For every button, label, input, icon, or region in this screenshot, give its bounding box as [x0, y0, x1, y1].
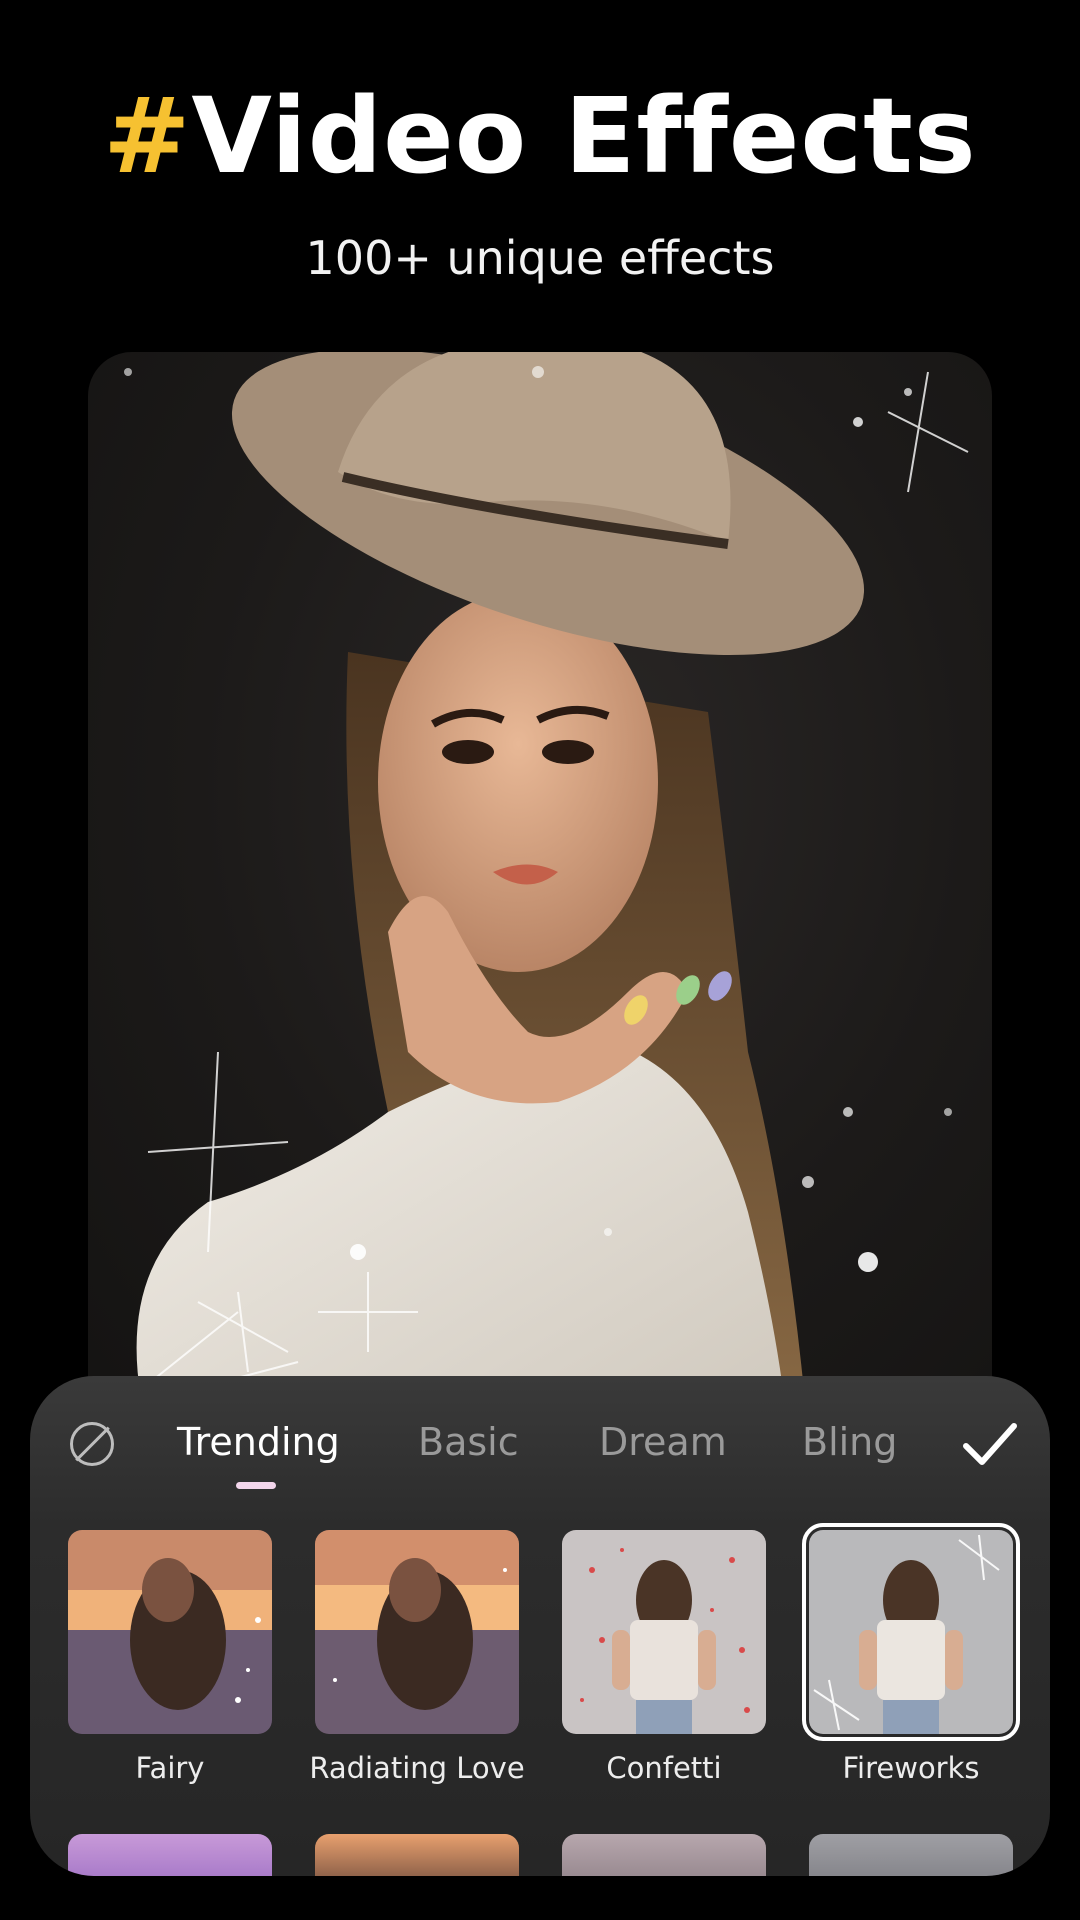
effect-thumb-row2-1[interactable] [68, 1834, 272, 1876]
checkmark-icon[interactable] [962, 1418, 1018, 1470]
effect-thumb-row2-3[interactable] [562, 1834, 766, 1876]
preview-image [88, 352, 969, 1432]
effect-label-fairy: Fairy [135, 1751, 205, 1785]
page-title: #Video Effects [0, 72, 1080, 200]
effect-label-confetti: Confetti [606, 1751, 722, 1785]
effects-panel: Trending Basic Dream Bling Fairy Radiati… [30, 1376, 1050, 1876]
fireworks-thumbnail [809, 1530, 1013, 1734]
radiating-love-thumbnail [315, 1530, 519, 1734]
effect-label-radiating-love: Radiating Love [309, 1751, 525, 1785]
tab-dream[interactable]: Dream [599, 1416, 727, 1468]
effect-thumb-radiating-love[interactable] [315, 1530, 519, 1734]
effect-thumb-confetti[interactable] [562, 1530, 766, 1734]
tab-trending[interactable]: Trending [177, 1416, 340, 1468]
effect-thumb-fairy[interactable] [68, 1530, 272, 1734]
video-preview [88, 352, 992, 1432]
effect-thumb-row2-4[interactable] [809, 1834, 1013, 1876]
fairy-thumbnail [68, 1530, 272, 1734]
effect-label-fireworks: Fireworks [842, 1751, 980, 1785]
tab-active-indicator [236, 1482, 276, 1489]
no-effect-icon[interactable] [70, 1422, 114, 1466]
tab-basic[interactable]: Basic [418, 1416, 519, 1468]
title-hash: # [103, 75, 192, 197]
effect-thumb-fireworks[interactable] [802, 1523, 1020, 1741]
page-subtitle: 100+ unique effects [305, 231, 775, 285]
effect-thumb-row2-2[interactable] [315, 1834, 519, 1876]
tab-bling[interactable]: Bling [802, 1416, 897, 1468]
confetti-thumbnail [562, 1530, 766, 1734]
title-text: Video Effects [191, 75, 977, 197]
